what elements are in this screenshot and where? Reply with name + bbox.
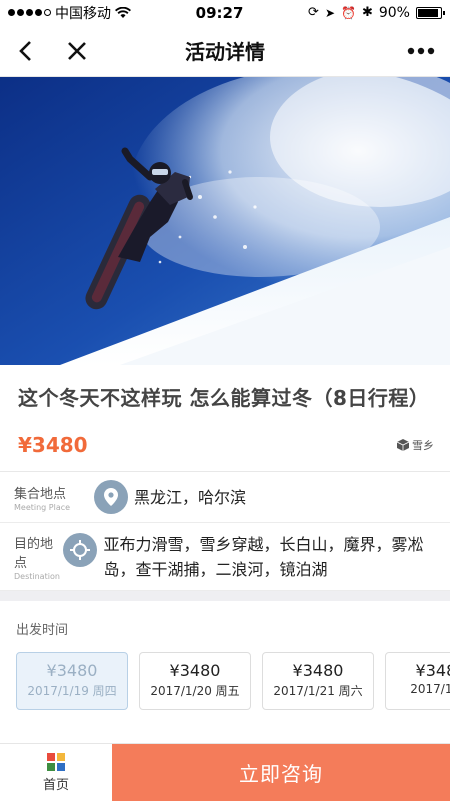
- brand-label: 雪乡: [412, 439, 434, 452]
- meeting-place-label-en: Meeting Place: [14, 502, 71, 512]
- destination-value: 亚布力滑雪，雪乡穿越，长白山，魔界，雾凇岛，查干湖捕，二浪河，镜泊湖: [103, 534, 424, 579]
- brand-tag: 雪乡: [397, 437, 434, 453]
- wifi-icon: [115, 6, 131, 18]
- bottom-bar: 首页 立即咨询: [0, 743, 450, 801]
- meeting-place-label: 集合地点: [14, 486, 67, 502]
- compass-icon: [63, 533, 98, 567]
- hero-image: [0, 77, 450, 365]
- status-bar: 中国移动 09:27 ⟳ ➤ ⏰ ✱ 90%: [0, 0, 450, 25]
- date-price: ¥3480: [169, 661, 221, 680]
- battery-icon: [415, 6, 445, 19]
- section-divider: [0, 591, 450, 601]
- location-arrow-icon: ➤: [324, 5, 335, 20]
- snowboarder-photo: [0, 77, 450, 365]
- date-day: 2017/1/19 周四: [27, 684, 117, 698]
- home-label: 首页: [42, 777, 69, 793]
- orientation-lock-icon: ⟳: [308, 5, 319, 20]
- cube-icon: [397, 439, 409, 451]
- date-price: ¥3480: [46, 661, 98, 680]
- date-option[interactable]: ¥3480 2017/1/21 周六: [262, 652, 374, 710]
- back-button[interactable]: [12, 38, 38, 64]
- date-option[interactable]: ¥3480 2017/1/19 周四: [16, 652, 128, 710]
- map-pin-icon: [94, 480, 128, 514]
- status-right: ⟳ ➤ ⏰ ✱ 90%: [308, 4, 445, 21]
- date-option[interactable]: ¥3480 2017/1/20 周五: [139, 652, 251, 710]
- date-price: ¥3480: [415, 661, 450, 680]
- date-day: 2017/1/20 周五: [150, 684, 240, 698]
- meeting-place-row: 集合地点 Meeting Place 黑龙江，哈尔滨: [0, 472, 450, 523]
- meeting-place-value: 黑龙江，哈尔滨: [134, 487, 247, 507]
- date-option[interactable]: ¥3480 2017/1/22: [385, 652, 450, 710]
- consult-button[interactable]: 立即咨询: [112, 744, 450, 801]
- more-button[interactable]: [404, 38, 438, 64]
- activity-info: 这个冬天不这样玩 怎么能算过冬（8日行程） ¥3480 雪乡: [0, 365, 450, 472]
- carrier-label: 中国移动: [55, 5, 111, 22]
- status-left: 中国移动: [8, 3, 131, 23]
- close-button[interactable]: [64, 38, 90, 64]
- signal-icon: [8, 9, 51, 16]
- destination-label: 目的地点: [14, 536, 54, 571]
- bluetooth-icon: ✱: [361, 5, 373, 20]
- date-day: 2017/1/21 周六: [273, 684, 363, 698]
- date-list: ¥3480 2017/1/19 周四 ¥3480 2017/1/20 周五 ¥3…: [16, 652, 450, 710]
- alarm-icon: ⏰: [341, 5, 356, 20]
- departure-section: 出发时间 ¥3480 2017/1/19 周四 ¥3480 2017/1/20 …: [0, 601, 450, 710]
- more-icon: [407, 47, 435, 54]
- activity-title: 这个冬天不这样玩 怎么能算过冬（8日行程）: [18, 386, 430, 410]
- date-price: ¥3480: [292, 661, 344, 680]
- home-button[interactable]: 首页: [0, 744, 112, 801]
- close-icon: [68, 41, 86, 60]
- date-day: 2017/1/22: [410, 682, 450, 696]
- status-time: 09:27: [195, 3, 244, 22]
- destination-label-en: Destination: [14, 571, 60, 581]
- home-grid-icon: [47, 752, 65, 771]
- nav-bar: 活动详情: [0, 25, 450, 77]
- destination-row: 目的地点 Destination 亚布力滑雪，雪乡穿越，长白山，魔界，雾凇岛，查…: [0, 523, 450, 591]
- battery-percent: 90%: [378, 4, 410, 21]
- departure-label: 出发时间: [16, 623, 69, 638]
- back-icon: [19, 40, 31, 61]
- activity-price: ¥3480: [18, 433, 88, 457]
